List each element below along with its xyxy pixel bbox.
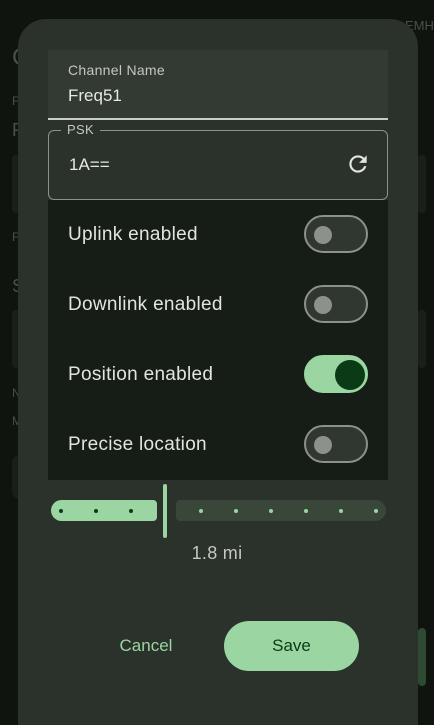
uplink-row: Uplink enabled bbox=[48, 200, 388, 270]
channel-name-value: Freq51 bbox=[68, 86, 122, 105]
downlink-switch[interactable] bbox=[304, 285, 368, 323]
background-card bbox=[418, 310, 426, 368]
save-button[interactable]: Save bbox=[224, 621, 359, 671]
downlink-label: Downlink enabled bbox=[68, 294, 223, 315]
slider-tick bbox=[129, 509, 133, 513]
precise-location-switch[interactable] bbox=[304, 425, 368, 463]
slider-tick bbox=[234, 509, 238, 513]
psk-value: 1A== bbox=[69, 155, 110, 174]
refresh-icon[interactable] bbox=[345, 151, 371, 177]
position-label: Position enabled bbox=[68, 364, 214, 385]
position-switch[interactable] bbox=[304, 355, 368, 393]
switch-thumb bbox=[314, 226, 332, 244]
precise-location-row: Precise location bbox=[48, 410, 388, 480]
slider-tick bbox=[199, 509, 203, 513]
slider-tick bbox=[339, 509, 343, 513]
toggle-section: Uplink enabled Downlink enabled Position… bbox=[48, 200, 388, 480]
slider-tick bbox=[374, 509, 378, 513]
psk-field[interactable]: PSK 1A== bbox=[48, 122, 388, 200]
slider-value-label: 1.8 mi bbox=[191, 543, 243, 563]
psk-label: PSK bbox=[61, 122, 100, 137]
channel-name-label: Channel Name bbox=[68, 62, 165, 78]
slider-inactive-track[interactable] bbox=[176, 500, 386, 521]
background-button bbox=[418, 628, 426, 686]
cancel-button[interactable]: Cancel bbox=[100, 626, 192, 666]
switch-thumb bbox=[314, 296, 332, 314]
switch-thumb bbox=[314, 436, 332, 454]
position-row: Position enabled bbox=[48, 340, 388, 410]
uplink-switch[interactable] bbox=[304, 215, 368, 253]
background-card bbox=[418, 155, 426, 213]
slider-active-track[interactable] bbox=[51, 500, 157, 521]
slider-tick bbox=[269, 509, 273, 513]
channel-name-field[interactable]: Channel Name Freq51 bbox=[48, 50, 388, 120]
precise-location-label: Precise location bbox=[68, 434, 207, 455]
slider-thumb[interactable] bbox=[163, 484, 167, 538]
slider-tick bbox=[94, 509, 98, 513]
uplink-label: Uplink enabled bbox=[68, 224, 198, 245]
switch-thumb bbox=[335, 360, 365, 390]
slider-tick bbox=[59, 509, 63, 513]
slider-tick bbox=[304, 509, 308, 513]
downlink-row: Downlink enabled bbox=[48, 270, 388, 340]
